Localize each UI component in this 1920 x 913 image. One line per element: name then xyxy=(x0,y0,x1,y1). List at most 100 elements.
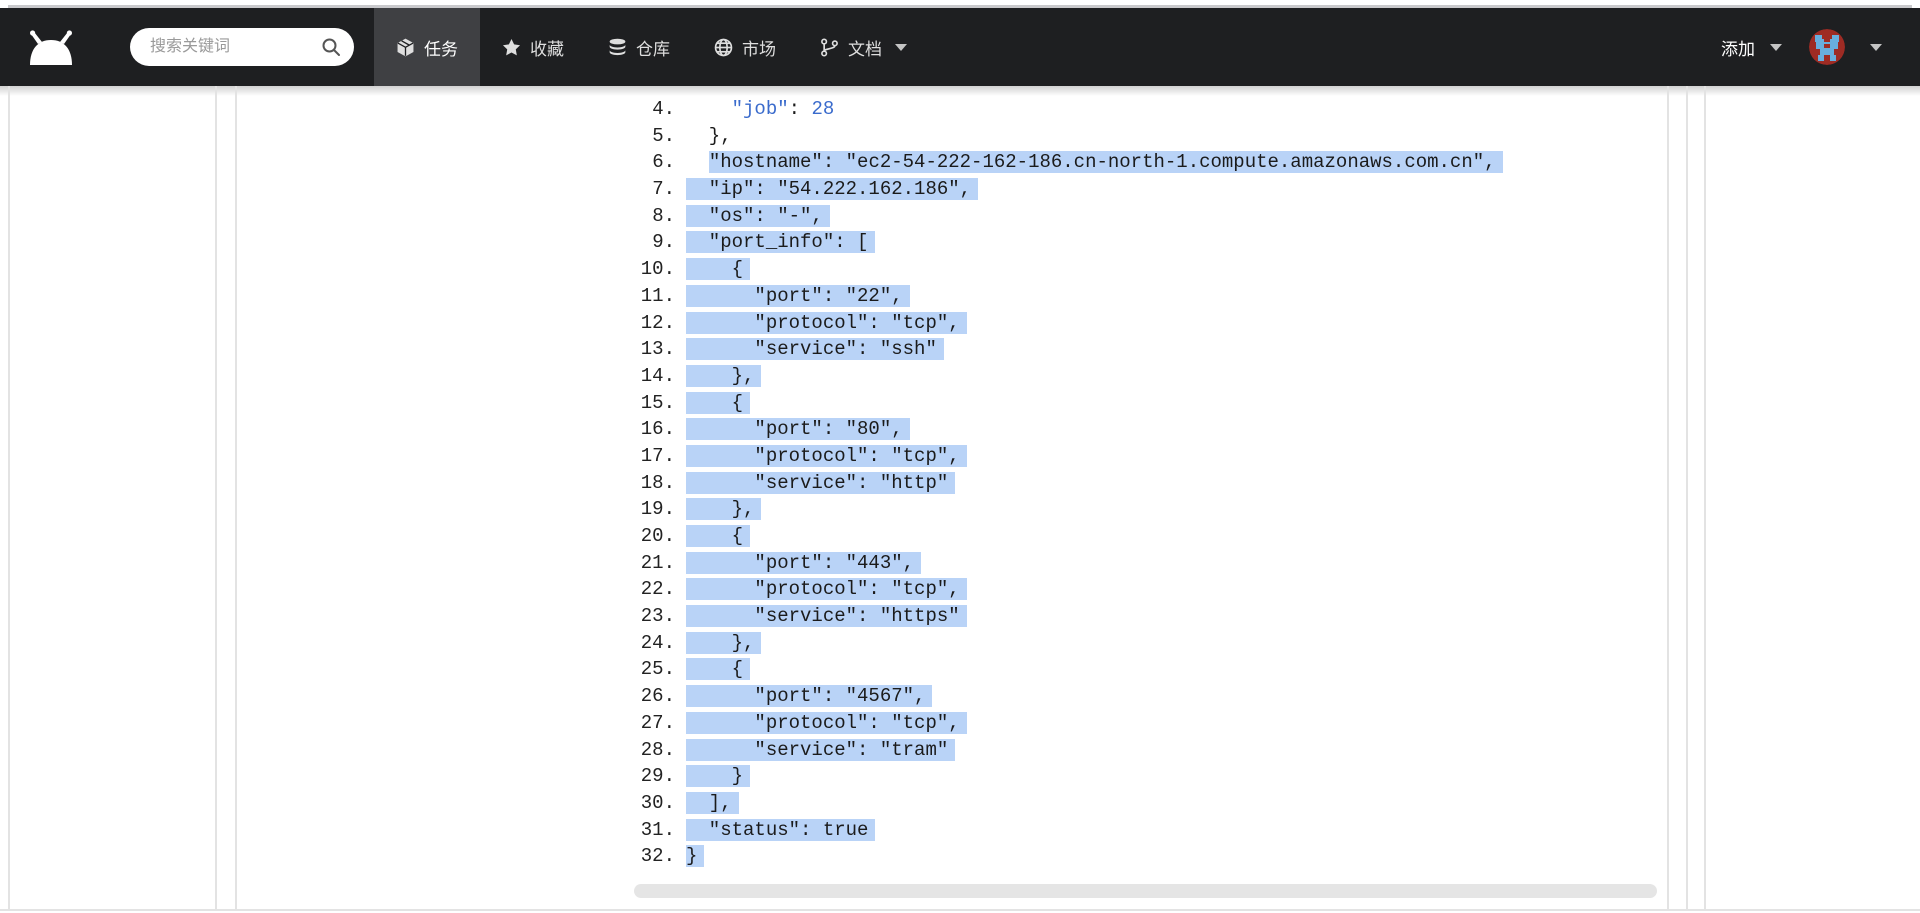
code-line-text: "ip": "54.222.162.186", xyxy=(686,176,978,203)
line-number: 28. xyxy=(629,737,675,764)
nav-item-tasks[interactable]: 任务 xyxy=(374,8,480,86)
nav-item-label: 任务 xyxy=(424,35,458,60)
nav-item-repository[interactable]: 仓库 xyxy=(586,8,692,86)
line-number: 10. xyxy=(629,256,675,283)
line-number: 7. xyxy=(629,176,675,203)
code-line: 21. "port": "443", xyxy=(629,550,1689,577)
code-line-text: "protocol": "tcp", xyxy=(686,443,967,470)
code-line-text: "service": "http" xyxy=(686,470,955,497)
code-line-text: "service": "https" xyxy=(686,603,967,630)
json-code-block[interactable]: 4. "job": 285. },6. "hostname": "ec2-54-… xyxy=(629,96,1689,870)
nav-item-label: 收藏 xyxy=(530,35,564,60)
nav-item-docs[interactable]: 文档 xyxy=(798,8,929,86)
code-line-text: "port": "443", xyxy=(686,550,921,577)
code-line-text: "port_info": [ xyxy=(686,229,875,256)
line-number: 20. xyxy=(629,523,675,550)
code-line-text: "service": "tram" xyxy=(686,737,955,764)
code-line-text: "protocol": "tcp", xyxy=(686,310,967,337)
code-line-text: "hostname": "ec2-54-222-162-186.cn-north… xyxy=(686,149,1503,176)
code-line: 7. "ip": "54.222.162.186", xyxy=(629,176,1689,203)
line-number: 14. xyxy=(629,363,675,390)
code-line: 10. { xyxy=(629,256,1689,283)
code-line-text: "os": "-", xyxy=(686,203,830,230)
line-number: 15. xyxy=(629,390,675,417)
search-box xyxy=(130,28,354,66)
git-branch-icon xyxy=(820,38,839,57)
code-line: 31. "status": true xyxy=(629,817,1689,844)
code-line: 16. "port": "80", xyxy=(629,416,1689,443)
line-number: 19. xyxy=(629,496,675,523)
user-avatar[interactable] xyxy=(1809,29,1845,65)
nav-item-market[interactable]: 市场 xyxy=(692,8,798,86)
content-bottom-border xyxy=(0,909,1920,911)
code-line-text: } xyxy=(686,843,704,870)
line-number: 30. xyxy=(629,790,675,817)
code-line: 4. "job": 28 xyxy=(629,96,1689,123)
search-icon[interactable] xyxy=(321,37,341,57)
line-number: 24. xyxy=(629,630,675,657)
add-button[interactable]: 添加 xyxy=(1721,35,1755,60)
line-number: 18. xyxy=(629,470,675,497)
user-menu-caret-down-icon[interactable] xyxy=(1870,44,1882,51)
code-line: 30. ], xyxy=(629,790,1689,817)
line-number: 22. xyxy=(629,576,675,603)
code-line: 29. } xyxy=(629,763,1689,790)
code-line-text: "protocol": "tcp", xyxy=(686,576,967,603)
code-line: 11. "port": "22", xyxy=(629,283,1689,310)
line-number: 16. xyxy=(629,416,675,443)
line-number: 27. xyxy=(629,710,675,737)
nav-item-label: 仓库 xyxy=(636,35,670,60)
code-line-text: }, xyxy=(686,363,761,390)
line-number: 13. xyxy=(629,336,675,363)
line-number: 17. xyxy=(629,443,675,470)
horizontal-scrollbar[interactable] xyxy=(634,884,1657,898)
code-line: 19. }, xyxy=(629,496,1689,523)
line-number: 5. xyxy=(629,123,675,150)
code-line-text: "service": "ssh" xyxy=(686,336,944,363)
code-line: 22. "protocol": "tcp", xyxy=(629,576,1689,603)
globe-icon xyxy=(714,38,733,57)
line-number: 25. xyxy=(629,656,675,683)
code-line: 24. }, xyxy=(629,630,1689,657)
add-caret-down-icon[interactable] xyxy=(1770,44,1782,51)
code-line: 5. }, xyxy=(629,123,1689,150)
code-line: 14. }, xyxy=(629,363,1689,390)
robot-logo-icon[interactable] xyxy=(26,27,76,69)
panel-divider-line xyxy=(8,86,10,910)
line-number: 12. xyxy=(629,310,675,337)
nav-item-label: 文档 xyxy=(848,35,882,60)
code-line: 25. { xyxy=(629,656,1689,683)
code-line-text: "protocol": "tcp", xyxy=(686,710,967,737)
line-number: 11. xyxy=(629,283,675,310)
code-line-text: "port": "80", xyxy=(686,416,910,443)
main-nav: 任务 收藏 仓库市场 文档 xyxy=(374,8,929,86)
database-icon xyxy=(608,38,627,57)
line-number: 32. xyxy=(629,843,675,870)
star-icon xyxy=(502,38,521,57)
line-number: 23. xyxy=(629,603,675,630)
code-line: 27. "protocol": "tcp", xyxy=(629,710,1689,737)
line-number: 9. xyxy=(629,229,675,256)
line-number: 29. xyxy=(629,763,675,790)
code-line: 32.} xyxy=(629,843,1689,870)
page: 任务 收藏 仓库市场 文档 添加 xyxy=(0,0,1920,913)
code-line-text: "status": true xyxy=(686,817,875,844)
line-number: 4. xyxy=(629,96,675,123)
navbar-shadow xyxy=(0,86,1920,96)
navbar: 任务 收藏 仓库市场 文档 添加 xyxy=(0,8,1920,86)
code-line-text: }, xyxy=(686,123,732,150)
nav-item-favorites[interactable]: 收藏 xyxy=(480,8,586,86)
package-icon xyxy=(396,38,415,57)
code-line: 9. "port_info": [ xyxy=(629,229,1689,256)
code-line: 17. "protocol": "tcp", xyxy=(629,443,1689,470)
code-line: 26. "port": "4567", xyxy=(629,683,1689,710)
code-line-text: "job": 28 xyxy=(686,96,834,123)
code-line: 15. { xyxy=(629,390,1689,417)
line-number: 31. xyxy=(629,817,675,844)
code-line-text: "port": "4567", xyxy=(686,683,932,710)
line-number: 6. xyxy=(629,149,675,176)
nav-caret-down-icon xyxy=(895,44,907,51)
code-line: 18. "service": "http" xyxy=(629,470,1689,497)
code-line: 20. { xyxy=(629,523,1689,550)
code-line-text: { xyxy=(686,656,750,683)
